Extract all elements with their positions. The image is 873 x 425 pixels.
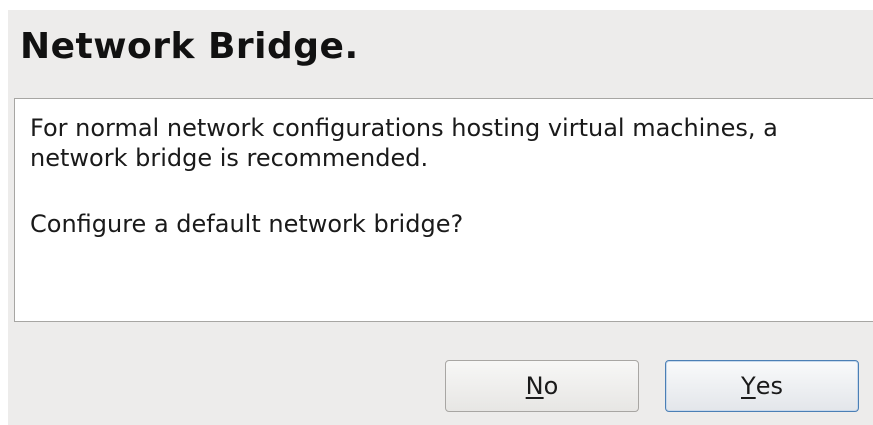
yes-button-label: es [755,372,783,400]
message-recommendation: For normal network configurations hostin… [30,114,778,172]
no-button[interactable]: No [445,360,639,412]
no-button-label: o [543,372,559,400]
no-button-mnemonic: N [525,372,544,400]
yes-button-mnemonic: Y [741,372,756,400]
message-question: Configure a default network bridge? [30,210,464,238]
yes-button[interactable]: Yes [665,360,859,412]
message-box: For normal network configurations hostin… [14,98,873,322]
dialog-title: Network Bridge. [20,26,359,67]
network-bridge-dialog: Network Bridge. For normal network confi… [8,10,873,425]
